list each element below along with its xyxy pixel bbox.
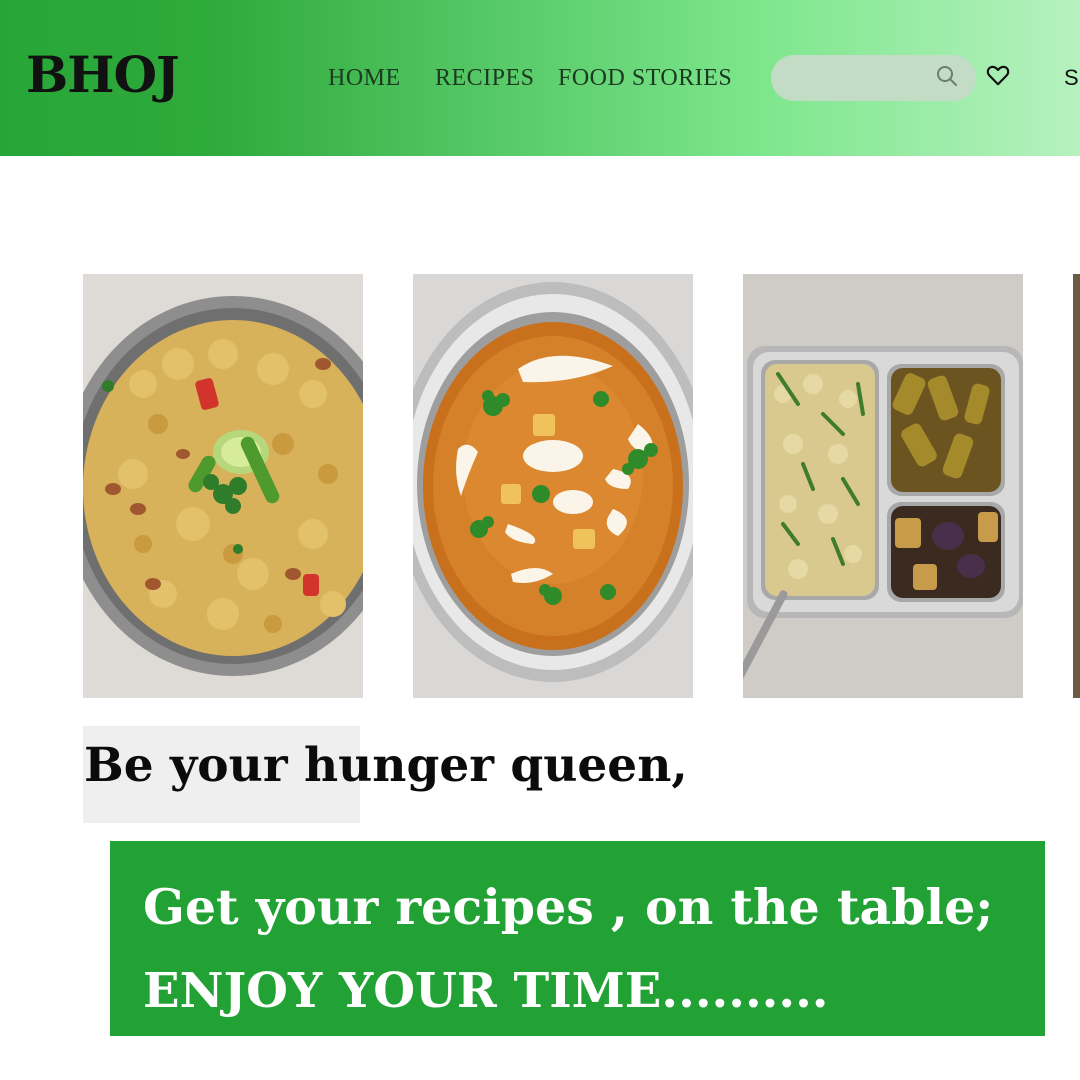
banner-headline: Get your recipes , on the table; xyxy=(143,878,994,936)
heart-icon[interactable] xyxy=(985,62,1011,88)
paneer-curry-image xyxy=(413,274,693,698)
search-input[interactable] xyxy=(787,65,937,91)
nav-food-stories-link[interactable]: FOOD STORIES xyxy=(558,66,732,90)
food-card-partial[interactable] xyxy=(1073,274,1080,698)
nav-home-link[interactable]: HOME xyxy=(328,66,401,90)
poha-image xyxy=(83,274,363,698)
signin-link[interactable]: S xyxy=(1064,67,1079,89)
hero-tagline: Be your hunger queen, xyxy=(84,738,688,793)
rice-plate-image xyxy=(743,274,1023,698)
food-card-paneer-curry[interactable] xyxy=(413,274,693,698)
site-logo[interactable]: BHOJ xyxy=(26,50,180,100)
hero-banner: Get your recipes , on the table; ENJOY Y… xyxy=(110,841,1045,1036)
banner-subheadline: ENJOY YOUR TIME.......... xyxy=(143,963,829,1019)
food-card-rice-plate[interactable] xyxy=(743,274,1023,698)
site-header: BHOJ HOME RECIPES FOOD STORIES S xyxy=(0,0,1080,156)
food-card-poha[interactable] xyxy=(83,274,363,698)
search-icon[interactable] xyxy=(935,64,959,88)
nav-recipes-link[interactable]: RECIPES xyxy=(435,66,535,90)
